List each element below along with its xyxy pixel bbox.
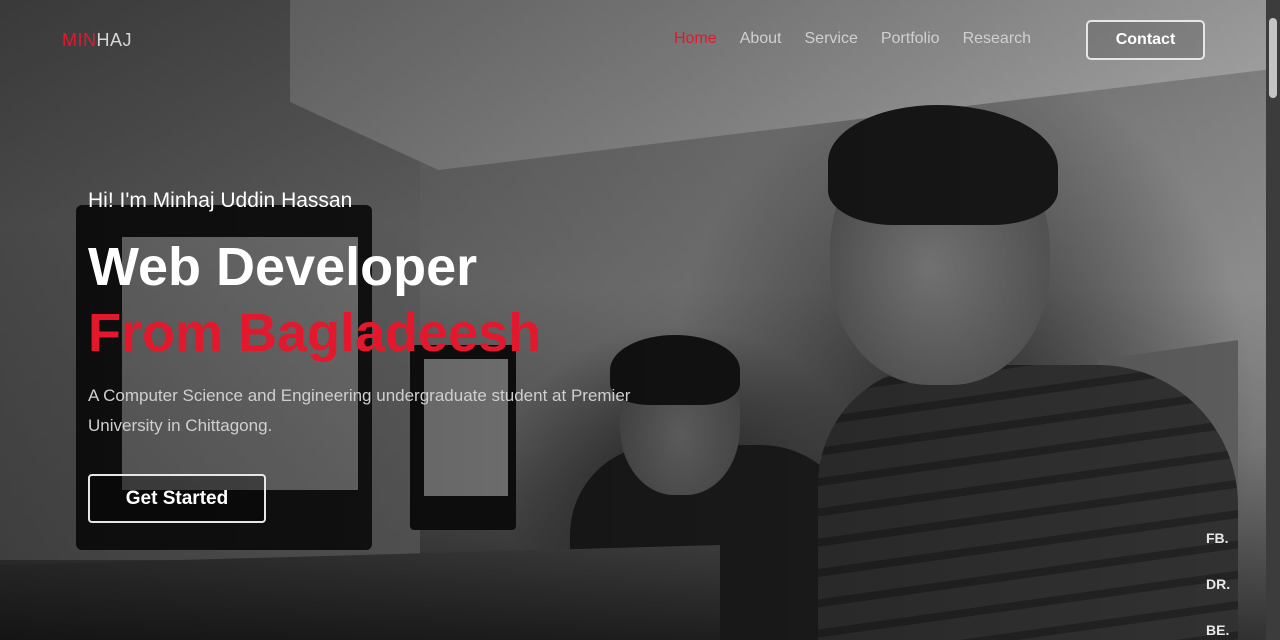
- side-label: DR.: [1206, 576, 1231, 592]
- hero-title: Web Developer: [88, 237, 478, 297]
- scrollbar[interactable]: [1266, 0, 1280, 640]
- nav-link-about[interactable]: About: [740, 30, 782, 48]
- side-label: FB.: [1206, 530, 1229, 546]
- side-label: BE.: [1206, 622, 1230, 638]
- nav-link-portfolio[interactable]: Portfolio: [881, 30, 940, 48]
- logo-text: HAJ: [96, 30, 133, 50]
- logo-accent-text: MIN: [62, 30, 97, 50]
- contact-button[interactable]: Contact: [1086, 20, 1205, 60]
- hero-subtitle: From Bagladeesh: [88, 303, 542, 363]
- main-nav: Home About Service Portfolio Research: [674, 30, 1054, 48]
- nav-link-research[interactable]: Research: [963, 30, 1031, 48]
- hero-description: A Computer Science and Engineering under…: [88, 386, 631, 435]
- logo[interactable]: MINHAJ: [62, 30, 132, 51]
- scrollbar-thumb[interactable]: [1269, 18, 1277, 98]
- get-started-button[interactable]: Get Started: [88, 474, 266, 523]
- nav-link-service[interactable]: Service: [805, 30, 858, 48]
- hero-intro: Hi! I'm Minhaj Uddin Hassan: [88, 189, 353, 212]
- nav-link-home[interactable]: Home: [674, 30, 717, 48]
- side-labels: FB. DR. BE.: [1206, 528, 1230, 640]
- site-header: MINHAJ Home About Service Portfolio Rese…: [0, 0, 1280, 80]
